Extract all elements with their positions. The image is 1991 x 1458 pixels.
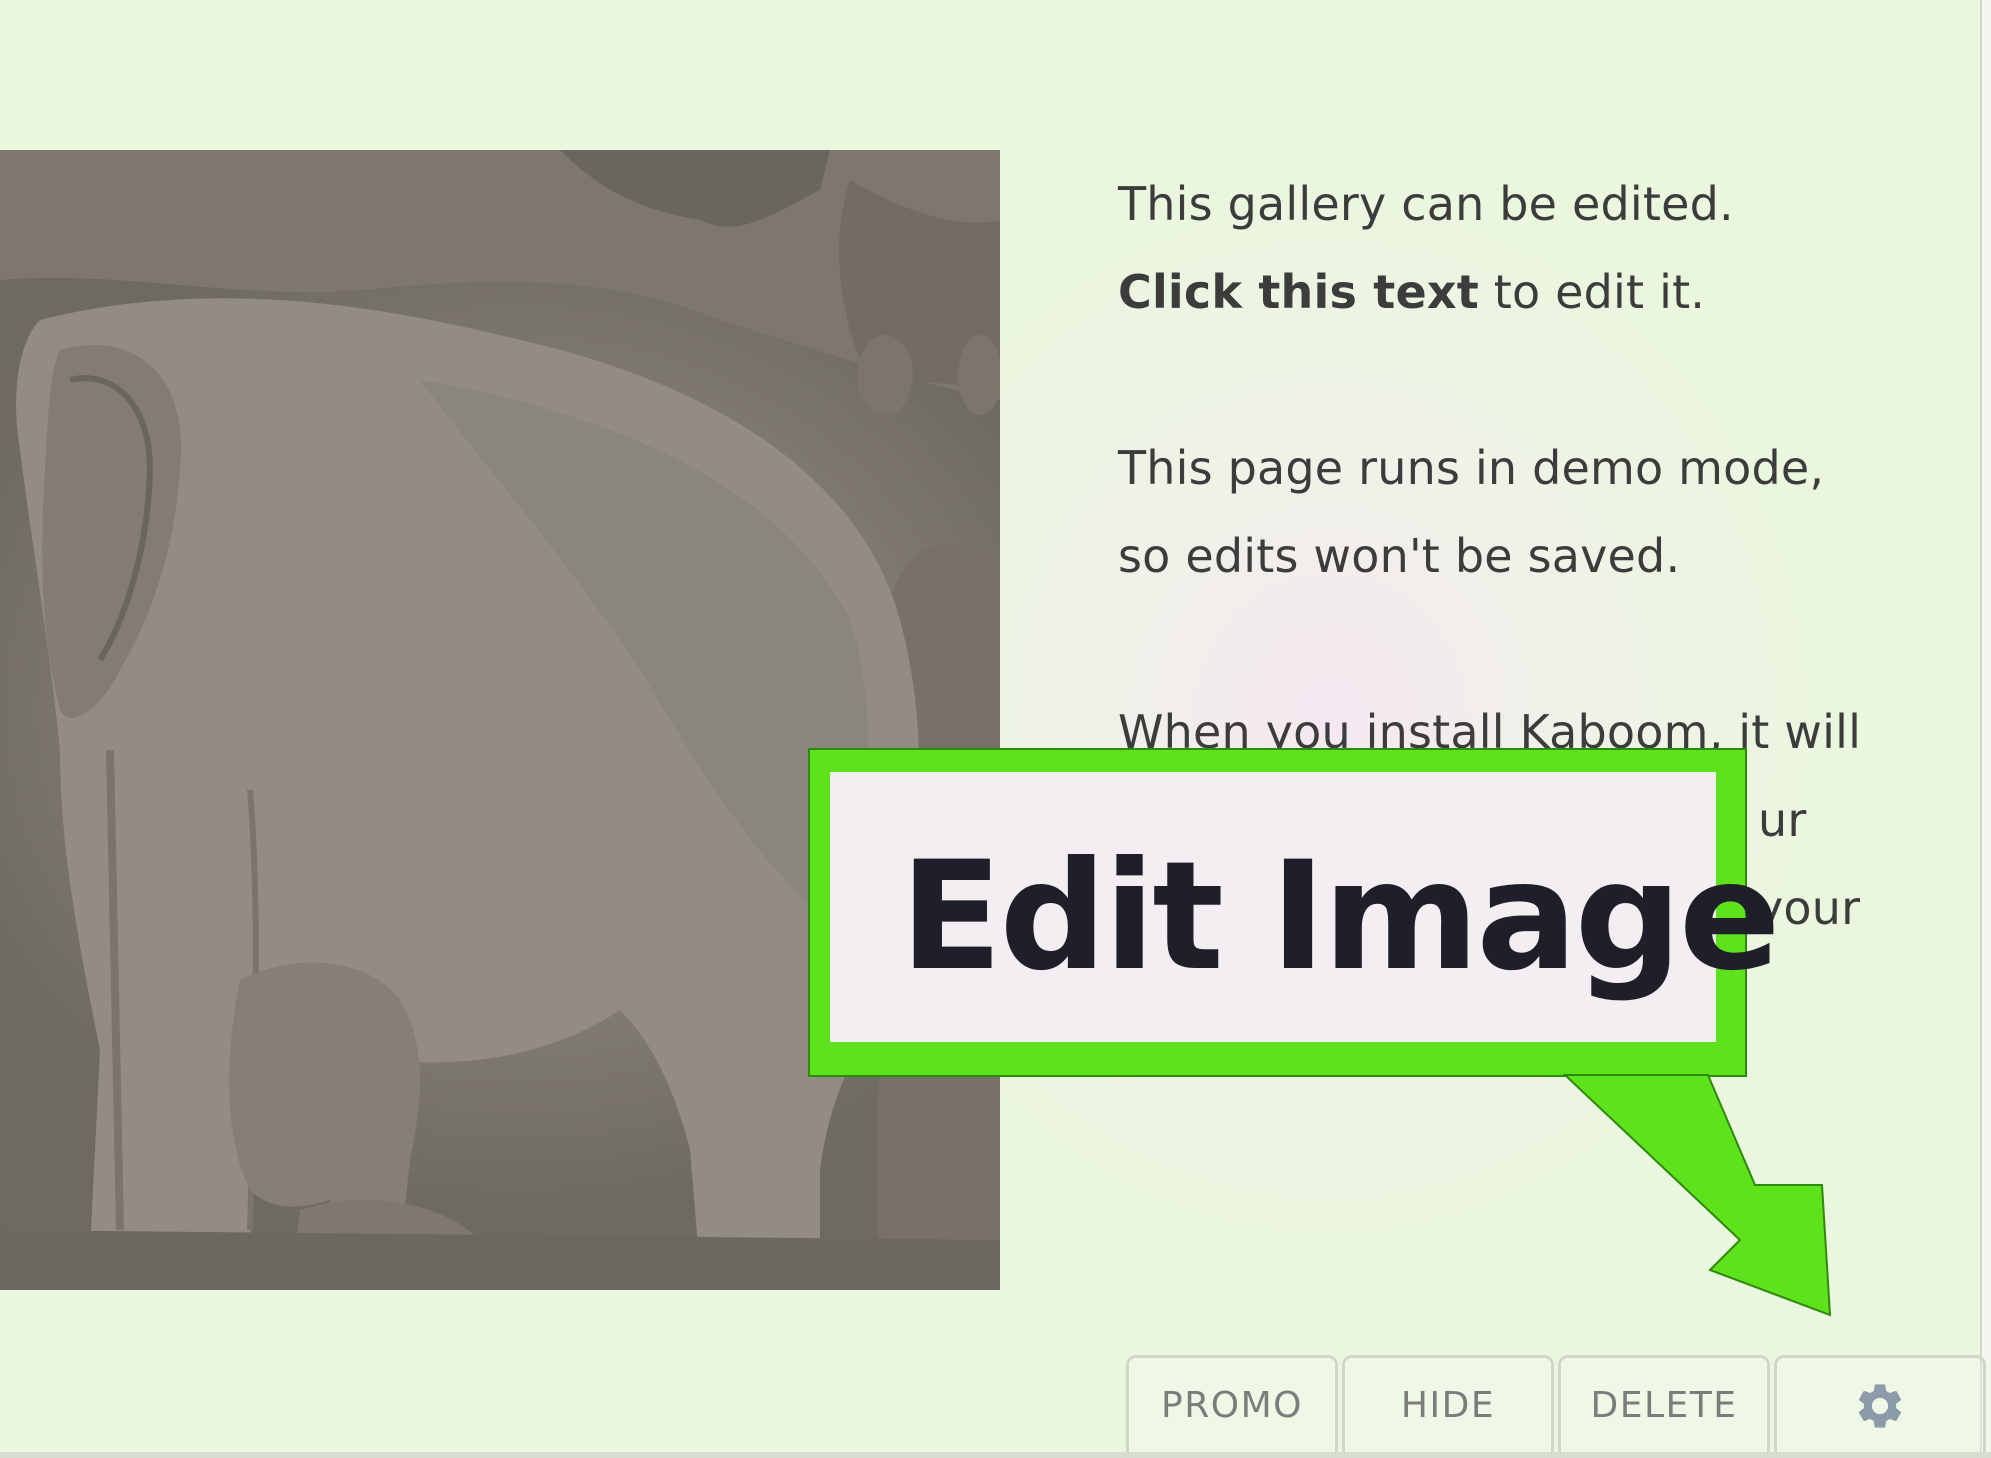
elephant-relief-illustration <box>0 150 1000 1290</box>
image-toolbar: PROMO HIDE DELETE <box>1126 1355 1990 1458</box>
callout-panel: Edit Image <box>830 772 1781 1042</box>
hide-button[interactable]: HIDE <box>1342 1355 1554 1453</box>
callout-label: Edit Image <box>900 830 1781 1004</box>
right-edge-fill <box>1982 0 1991 1458</box>
delete-button[interactable]: DELETE <box>1558 1355 1770 1453</box>
settings-button[interactable] <box>1774 1355 1986 1453</box>
bottom-border <box>0 1452 1991 1458</box>
edit-image-callout: Edit Image <box>810 750 1781 1075</box>
demo-mode-line1: This page runs in demo mode, <box>1118 441 1825 495</box>
click-text-emphasis: Click this text <box>1118 265 1479 319</box>
edit-info-rest: to edit it. <box>1478 265 1706 319</box>
gear-icon <box>1858 1383 1902 1428</box>
paragraph-edit-info: This gallery can be edited. Click this t… <box>1118 160 1878 336</box>
promo-button[interactable]: PROMO <box>1126 1355 1338 1453</box>
paragraph-demo-mode: This page runs in demo mode, so edits wo… <box>1118 424 1878 600</box>
demo-mode-line2: so edits won't be saved. <box>1118 529 1681 583</box>
edit-info-line: This gallery can be edited. <box>1118 177 1734 231</box>
gallery-image[interactable] <box>0 150 1000 1290</box>
